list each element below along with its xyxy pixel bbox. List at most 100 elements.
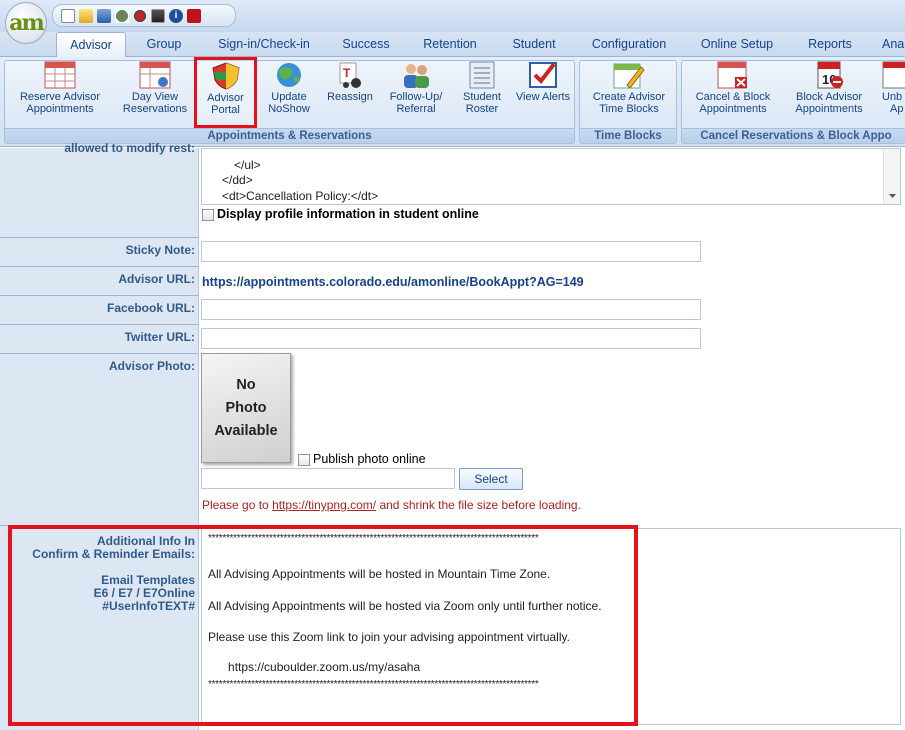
scissors-icon[interactable] <box>133 8 147 23</box>
row-separator <box>0 324 199 325</box>
advisor-url-value: https://appointments.colorado.edu/amonli… <box>202 275 584 289</box>
tinypng-prefix: Please go to <box>202 498 273 512</box>
sticky-note-input[interactable] <box>201 241 701 262</box>
row-separator <box>0 295 199 296</box>
tab-bar: Advisor Group Sign-in/Check-in Success R… <box>0 32 905 58</box>
button-label-line2: NoShow <box>268 103 310 115</box>
folder-icon[interactable] <box>79 8 93 23</box>
photo-placeholder-text: Photo <box>225 399 267 416</box>
info-icon[interactable]: i <box>169 8 183 23</box>
display-profile-label: Display profile information in student o… <box>217 207 479 221</box>
zoom-link-part: /my/ <box>364 660 388 674</box>
additional-info-textarea[interactable]: ****************************************… <box>201 528 901 725</box>
shield-icon <box>211 62 240 90</box>
button-label-line1: Reserve Advisor <box>19 91 101 103</box>
advisor-portal-button[interactable]: Advisor Portal <box>194 57 257 128</box>
checkbox-alert-icon <box>529 62 557 88</box>
row-separator <box>0 525 199 526</box>
button-label-line1: Day View <box>131 91 179 103</box>
row-separator <box>0 237 199 238</box>
facebook-url-label: Facebook URL: <box>106 301 195 315</box>
contacts-icon[interactable] <box>151 8 165 23</box>
calendar-gear-icon <box>139 61 171 89</box>
display-profile-checkbox[interactable] <box>202 209 214 221</box>
reserve-advisor-appointments-button[interactable]: Reserve Advisor Appointments <box>14 61 106 115</box>
zoom-link-part: :// <box>254 660 265 674</box>
tab-configuration[interactable]: Configuration <box>584 32 674 57</box>
ribbon-group-label: Time Blocks <box>580 128 676 143</box>
button-label-line1: Unb <box>882 91 903 103</box>
email-line: All Advising Appointments will be hosted… <box>208 599 602 613</box>
tab-sign-in-check-in[interactable]: Sign-in/Check-in <box>210 32 318 57</box>
confirm-reminder-label: Confirm & Reminder Emails: <box>32 547 195 561</box>
notepad-icon[interactable] <box>61 8 75 23</box>
email-line: Please use this Zoom link to join your a… <box>208 630 570 644</box>
user-info-text-label: #UserInfoTEXT# <box>102 599 195 613</box>
photo-file-input[interactable] <box>201 468 455 489</box>
create-advisor-time-blocks-button[interactable]: Create Advisor Time Blocks <box>586 61 672 115</box>
student-roster-button[interactable]: Student Roster <box>454 61 510 115</box>
scroll-down-icon[interactable] <box>884 190 901 202</box>
twitter-url-input[interactable] <box>201 328 701 349</box>
button-label-line2: Roster <box>465 103 499 115</box>
title-bar: i <box>0 0 905 32</box>
ribbon-group-label: Cancel Reservations & Block Appo <box>682 128 905 143</box>
cancel-block-appointments-button[interactable]: Cancel & Block Appointments <box>690 61 776 115</box>
tab-reports[interactable]: Reports <box>800 32 860 57</box>
tab-online-setup[interactable]: Online Setup <box>694 32 780 57</box>
button-label-line2: Appointments <box>699 103 767 115</box>
photo-placeholder-text: No <box>236 376 256 393</box>
reassign-icon: T <box>339 62 361 88</box>
follow-up-referral-button[interactable]: Follow-Up/ Referral <box>386 61 446 115</box>
profile-line: <dt>Cancellation Policy:</dt> <box>222 189 379 203</box>
button-label-line2: Appointments <box>26 103 94 115</box>
update-noshow-button[interactable]: Update NoShow <box>262 61 316 115</box>
app-logo-text: am <box>9 10 45 36</box>
button-label-line2: Referral <box>396 103 436 115</box>
tab-advisor[interactable]: Advisor <box>56 32 126 58</box>
advisor-url-label: Advisor URL: <box>118 272 195 286</box>
row-separator <box>0 353 199 354</box>
globe-icon <box>277 63 301 87</box>
form-label-column <box>0 148 199 730</box>
button-label-line1: Student <box>463 91 501 103</box>
unblock-icon <box>882 61 905 89</box>
profile-line: </dd> <box>222 173 253 187</box>
calendar-pencil-icon <box>613 63 645 89</box>
day-view-reservations-button[interactable]: Day View Reservations <box>116 61 194 115</box>
select-photo-button[interactable]: Select <box>459 468 523 490</box>
tab-student[interactable]: Student <box>506 32 562 57</box>
roster-icon <box>469 61 495 89</box>
pdf-icon[interactable] <box>187 8 201 23</box>
button-label-line1: Block Advisor <box>795 91 863 103</box>
facebook-url-input[interactable] <box>201 299 701 320</box>
publish-photo-checkbox[interactable] <box>298 454 310 466</box>
profile-textarea[interactable]: </ul> </dd> <dt>Cancellation Policy:</dt… <box>201 148 901 205</box>
block-advisor-appointments-button[interactable]: 10 Block Advisor Appointments <box>788 61 870 115</box>
email-divider: ****************************************… <box>208 533 539 544</box>
app-logo[interactable]: am <box>5 2 47 44</box>
people-icon <box>404 64 429 88</box>
tab-group[interactable]: Group <box>134 32 194 57</box>
button-label-line1: Cancel & Block <box>695 91 771 103</box>
email-divider: ****************************************… <box>208 679 539 690</box>
tab-analytics[interactable]: Ana <box>882 32 905 57</box>
button-label-line2: Reservations <box>122 103 188 115</box>
reassign-button[interactable]: T Reassign <box>322 61 378 103</box>
modify-rest-label: allowed to modify rest: <box>64 141 195 155</box>
ribbon: Appointments & Reservations Time Blocks … <box>0 57 905 147</box>
building-icon[interactable] <box>97 8 111 23</box>
unblock-appointments-button[interactable]: Unb Ap <box>882 61 905 115</box>
button-label-line1: Follow-Up/ <box>389 91 443 103</box>
email-line: All Advising Appointments will be hosted… <box>208 567 551 581</box>
profile-scrollbar[interactable] <box>883 149 900 204</box>
view-alerts-button[interactable]: View Alerts <box>514 61 572 103</box>
tinypng-link[interactable]: https://tinypng.com/ <box>272 498 376 512</box>
button-label-line2: Portal <box>211 104 240 116</box>
sticky-note-label: Sticky Note: <box>125 243 195 257</box>
calendar-cancel-icon <box>717 61 747 89</box>
tab-retention[interactable]: Retention <box>416 32 484 57</box>
tab-success[interactable]: Success <box>336 32 396 57</box>
button-label-line1: View Alerts <box>515 91 571 103</box>
network-icon[interactable] <box>115 8 129 23</box>
